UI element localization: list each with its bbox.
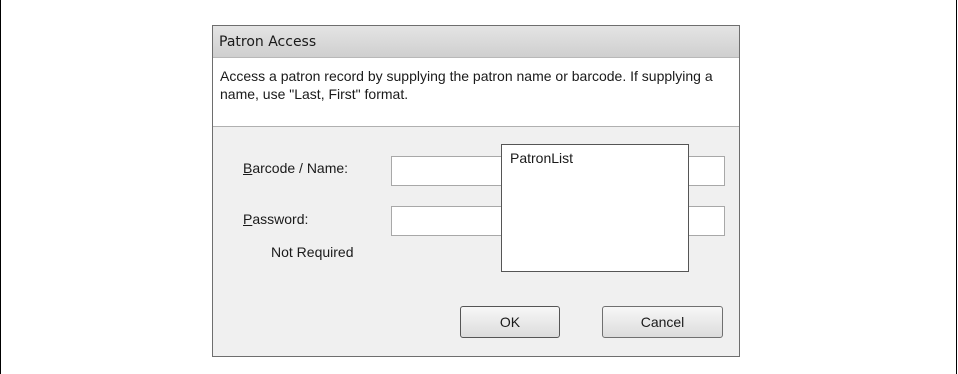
patron-access-dialog: Patron Access Access a patron record by …: [212, 25, 740, 357]
barcode-name-label: Barcode / Name:: [243, 160, 348, 176]
patron-list-label: PatronList: [510, 150, 574, 166]
password-label-accelerator: P: [243, 211, 253, 227]
password-note: Not Required: [271, 244, 354, 260]
dialog-title: Patron Access: [219, 34, 317, 50]
patron-list[interactable]: PatronList: [501, 144, 689, 272]
barcode-label-text: arcode / Name:: [252, 160, 349, 176]
dialog-titlebar[interactable]: Patron Access: [213, 26, 739, 58]
cancel-button[interactable]: Cancel: [602, 306, 723, 338]
password-label-text: assword:: [252, 211, 309, 227]
dialog-description: Access a patron record by supplying the …: [220, 68, 713, 102]
barcode-label-accelerator: B: [243, 160, 253, 176]
ok-button[interactable]: OK: [460, 306, 560, 338]
password-label: Password:: [243, 211, 308, 227]
info-panel: Access a patron record by supplying the …: [213, 58, 739, 127]
